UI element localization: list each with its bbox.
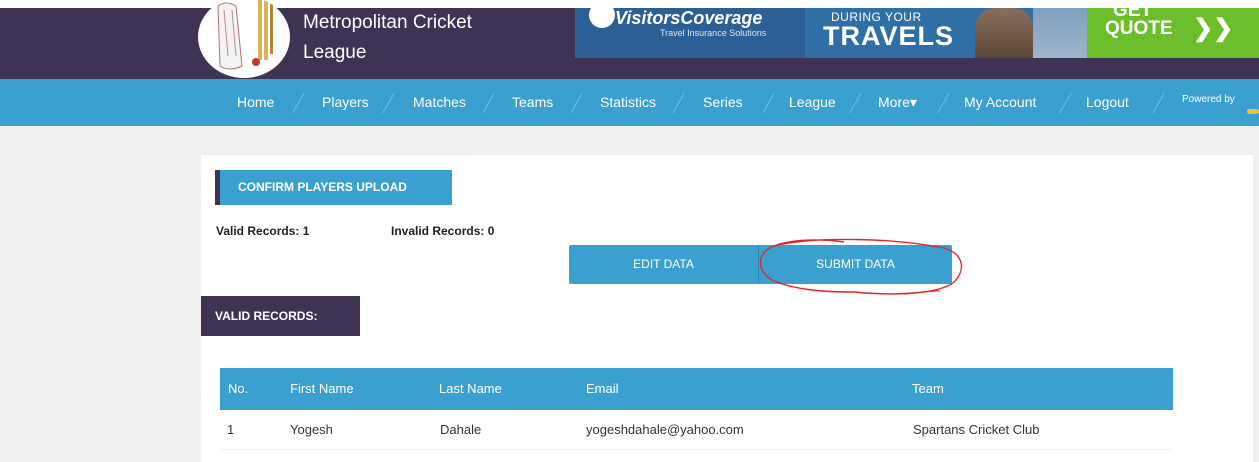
valid-records-heading: VALID RECORDS:	[201, 296, 360, 336]
records-table-header: No. First Name Last Name Email Team	[220, 368, 1173, 410]
cell-last-name: Dahale	[440, 422, 482, 437]
ad-brand: VisitorsCoverage	[615, 8, 763, 28]
nav-players[interactable]: Players	[322, 79, 369, 126]
top-strip	[0, 0, 1259, 8]
cell-first-name: Yogesh	[290, 422, 333, 437]
column-header-email: Email	[586, 381, 619, 396]
confirm-upload-heading: CONFIRM PLAYERS UPLOAD	[215, 170, 452, 205]
nav-my-account[interactable]: My Account	[964, 79, 1036, 126]
powered-by-logo-icon[interactable]	[1247, 109, 1259, 114]
table-row: 1 Yogesh Dahale yogeshdahale@yahoo.com S…	[220, 410, 1173, 450]
nav-series[interactable]: Series	[703, 79, 743, 126]
edit-data-button[interactable]: EDIT DATA	[569, 245, 758, 284]
ad-subtitle: Travel Insurance Solutions	[660, 28, 767, 38]
red-circle-annotation	[759, 238, 963, 295]
league-name[interactable]: Metropolitan Cricket League	[303, 8, 472, 68]
nav-matches[interactable]: Matches	[413, 79, 466, 126]
column-header-last-name: Last Name	[439, 381, 502, 396]
league-logo[interactable]	[198, 0, 290, 78]
invalid-records-count: Invalid Records: 0	[391, 224, 495, 238]
column-header-no: No.	[228, 381, 249, 396]
nav-statistics[interactable]: Statistics	[600, 79, 656, 126]
nav-logout[interactable]: Logout	[1086, 79, 1129, 126]
valid-records-count: Valid Records: 1	[216, 224, 310, 238]
cricket-logo-icon	[217, 0, 273, 70]
nav-league[interactable]: League	[789, 79, 836, 126]
cell-email: yogeshdahale@yahoo.com	[586, 422, 744, 437]
league-name-line1: Metropolitan Cricket	[303, 12, 472, 33]
cell-team: Spartans Cricket Club	[913, 422, 1040, 437]
league-name-line2: League	[303, 42, 367, 63]
ad-quote: QUOTE	[1105, 18, 1173, 39]
nav-home[interactable]: Home	[237, 79, 274, 126]
ad-person-image	[975, 8, 1033, 58]
column-header-team: Team	[912, 381, 944, 396]
cell-no: 1	[227, 422, 235, 437]
nav-teams[interactable]: Teams	[512, 79, 553, 126]
ad-city-image	[1033, 8, 1093, 58]
chevrons-right-icon: ❯❯	[1193, 15, 1234, 42]
page: Metropolitan Cricket League VisitorsCove…	[0, 0, 1259, 462]
powered-by: Powered by	[1182, 94, 1235, 105]
column-header-first-name: First Name	[290, 381, 354, 396]
ad-travels: TRAVELS	[823, 21, 955, 51]
ad-banner[interactable]: VisitorsCoverage Travel Insurance Soluti…	[575, 8, 1259, 58]
nav-more[interactable]: More▾	[878, 79, 917, 126]
